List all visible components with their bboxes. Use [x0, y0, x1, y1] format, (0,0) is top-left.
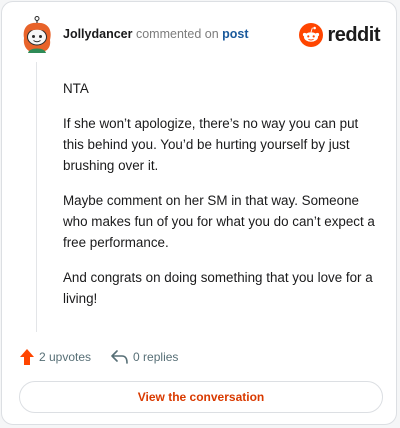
reddit-logo-icon [299, 23, 324, 47]
reddit-brand[interactable]: reddit [299, 22, 380, 48]
comment-actions: 2 upvotes 0 replies [20, 347, 198, 367]
reply-arrow-icon [111, 350, 128, 364]
avatar-icon [23, 16, 51, 53]
upvote-arrow-icon [20, 349, 34, 365]
upvote-button[interactable]: 2 upvotes [20, 349, 91, 365]
comment-paragraph: And congrats on doing something that you… [63, 270, 373, 306]
username[interactable]: Jollydancer [63, 27, 132, 41]
view-conversation-button[interactable]: View the conversation [19, 381, 383, 413]
comment-body: NTA If she won’t apologize, there’s no w… [63, 78, 375, 323]
post-link[interactable]: post [222, 27, 248, 41]
comment-paragraph: If she won’t apologize, there’s no way y… [63, 116, 359, 173]
upvotes-count: 2 upvotes [39, 350, 92, 364]
reddit-wordmark: reddit [327, 23, 380, 46]
comment-paragraph: Maybe comment on her SM in that way. Som… [63, 193, 375, 250]
comment-embed-card: Jollydancer commented on post reddit NTA… [1, 1, 397, 425]
comment-action-text: commented on [135, 27, 219, 41]
comment-meta: Jollydancer commented on post [63, 27, 249, 41]
comment-header: Jollydancer commented on post reddit [18, 16, 382, 54]
reply-button[interactable]: 0 replies [111, 350, 178, 364]
comment-paragraph: NTA [63, 81, 89, 96]
user-avatar[interactable] [20, 16, 54, 54]
thread-line [36, 62, 37, 332]
replies-count: 0 replies [133, 350, 179, 364]
